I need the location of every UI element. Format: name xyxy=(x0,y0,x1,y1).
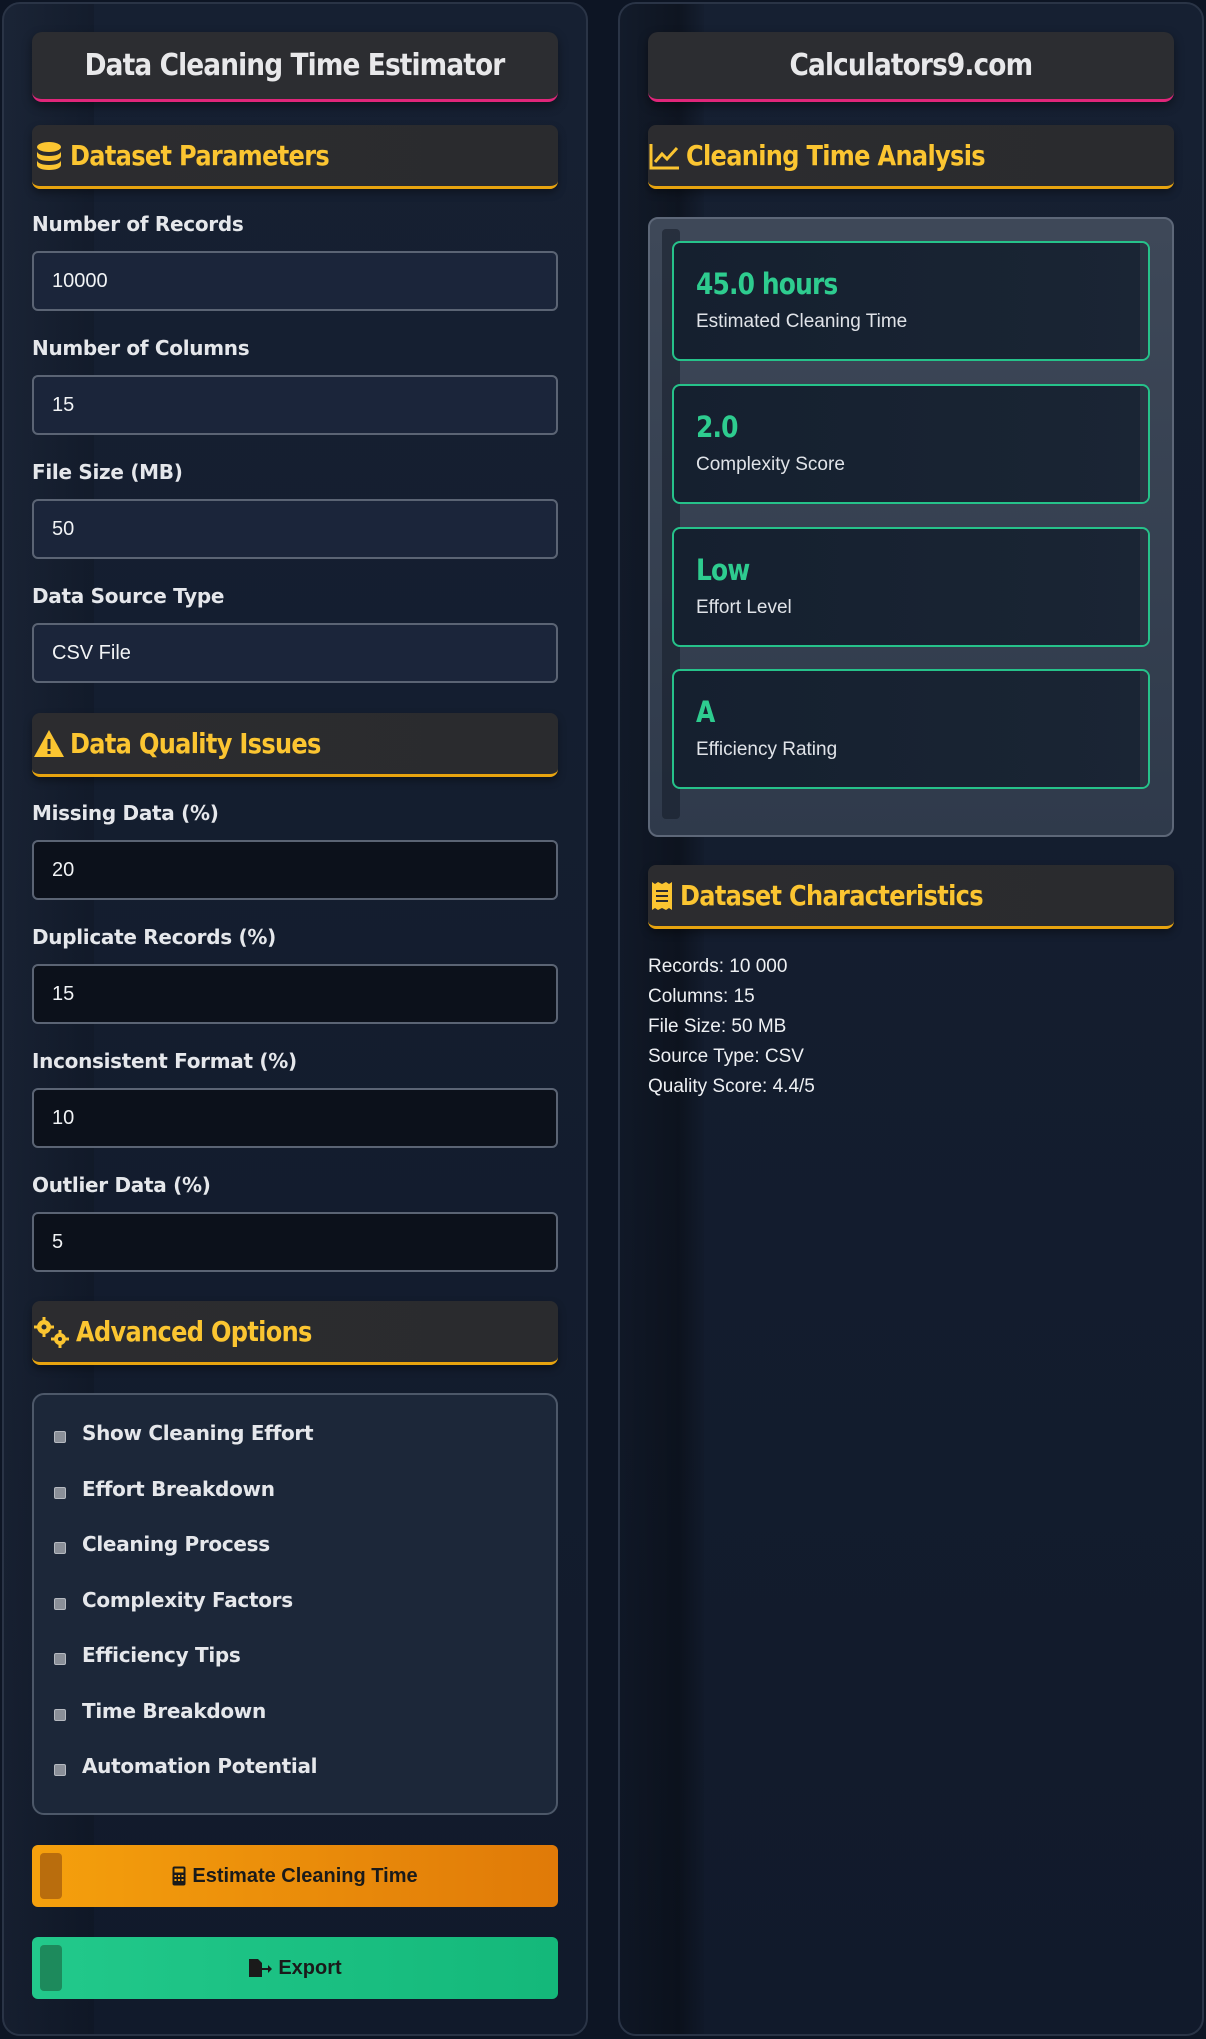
export-button[interactable]: Export xyxy=(32,1937,558,1999)
checkbox[interactable] xyxy=(54,1653,66,1665)
estimate-button-label: Estimate Cleaning Time xyxy=(192,1864,418,1887)
receipt-icon xyxy=(648,879,676,913)
export-button-label: Export xyxy=(278,1956,342,1979)
columns-input[interactable]: 15 xyxy=(32,375,558,435)
button-tab xyxy=(40,1945,62,1991)
columns-label: Number of Columns xyxy=(32,336,250,360)
option-automation-potential[interactable]: Automation Potential xyxy=(54,1754,318,1778)
file-size-input[interactable]: 50 xyxy=(32,499,558,559)
result-caption: Efficiency Rating xyxy=(696,739,838,760)
advanced-options-header: Advanced Options xyxy=(32,1301,558,1365)
option-time-breakdown[interactable]: Time Breakdown xyxy=(54,1699,266,1723)
data-quality-heading: Data Quality Issues xyxy=(70,727,321,760)
line-chart-icon xyxy=(648,139,682,173)
duplicate-records-input[interactable]: 15 xyxy=(32,964,558,1024)
result-value: 45.0 hours xyxy=(696,267,838,301)
results-summary: 45.0 hours Estimated Cleaning Time 2.0 C… xyxy=(648,217,1174,837)
checkbox[interactable] xyxy=(54,1487,66,1499)
result-caption: Complexity Score xyxy=(696,454,845,475)
option-label: Show Cleaning Effort xyxy=(82,1421,314,1445)
option-show-cleaning-effort[interactable]: Show Cleaning Effort xyxy=(54,1421,314,1445)
option-label: Automation Potential xyxy=(82,1754,318,1778)
site-title: Calculators9.com xyxy=(789,48,1034,83)
calculator-title: Data Cleaning Time Estimator xyxy=(85,48,506,83)
duplicate-records-label: Duplicate Records (%) xyxy=(32,925,276,949)
result-value: 2.0 xyxy=(696,410,738,444)
advanced-options-list: Show Cleaning Effort Effort Breakdown Cl… xyxy=(32,1393,558,1815)
source-type-select[interactable]: CSV File xyxy=(32,623,558,683)
result-card-complexity: 2.0 Complexity Score xyxy=(672,384,1150,504)
characteristic-quality-score: Quality Score: 4.4/5 xyxy=(648,1076,815,1097)
dataset-parameters-header: Dataset Parameters xyxy=(32,125,558,189)
characteristic-source-type: Source Type: CSV xyxy=(648,1046,804,1067)
inconsistent-format-label: Inconsistent Format (%) xyxy=(32,1049,297,1073)
records-label: Number of Records xyxy=(32,212,244,236)
button-tab xyxy=(40,1853,62,1899)
characteristics-heading: Dataset Characteristics xyxy=(680,879,984,912)
checkbox[interactable] xyxy=(54,1709,66,1721)
estimate-button[interactable]: Estimate Cleaning Time xyxy=(32,1845,558,1907)
site-title-bar: Calculators9.com xyxy=(648,32,1174,102)
result-card-time: 45.0 hours Estimated Cleaning Time xyxy=(672,241,1150,361)
characteristic-columns: Columns: 15 xyxy=(648,986,755,1007)
option-label: Complexity Factors xyxy=(82,1588,293,1612)
inconsistent-format-input[interactable]: 10 xyxy=(32,1088,558,1148)
checkbox[interactable] xyxy=(54,1764,66,1776)
gears-icon xyxy=(32,1315,72,1349)
checkbox[interactable] xyxy=(54,1431,66,1443)
characteristic-file-size: File Size: 50 MB xyxy=(648,1016,787,1037)
results-panel: Calculators9.com Cleaning Time Analysis … xyxy=(618,2,1204,2036)
missing-data-input[interactable]: 20 xyxy=(32,840,558,900)
advanced-options-heading: Advanced Options xyxy=(76,1315,312,1348)
analysis-header: Cleaning Time Analysis xyxy=(648,125,1174,189)
analysis-heading: Cleaning Time Analysis xyxy=(686,139,986,172)
outlier-data-label: Outlier Data (%) xyxy=(32,1173,211,1197)
file-size-label: File Size (MB) xyxy=(32,460,183,484)
calculator-icon xyxy=(172,1866,186,1886)
dataset-parameters-heading: Dataset Parameters xyxy=(70,139,330,172)
option-label: Efficiency Tips xyxy=(82,1643,241,1667)
result-value: A xyxy=(696,695,715,729)
warning-icon xyxy=(32,727,66,761)
source-type-label: Data Source Type xyxy=(32,584,225,608)
option-effort-breakdown[interactable]: Effort Breakdown xyxy=(54,1477,275,1501)
option-cleaning-process[interactable]: Cleaning Process xyxy=(54,1532,270,1556)
export-file-icon xyxy=(248,1958,273,1978)
checkbox[interactable] xyxy=(54,1598,66,1610)
option-label: Effort Breakdown xyxy=(82,1477,275,1501)
option-label: Cleaning Process xyxy=(82,1532,270,1556)
database-icon xyxy=(32,139,66,173)
result-card-efficiency: A Efficiency Rating xyxy=(672,669,1150,789)
missing-data-label: Missing Data (%) xyxy=(32,801,219,825)
result-value: Low xyxy=(696,553,750,587)
result-caption: Estimated Cleaning Time xyxy=(696,311,908,332)
option-label: Time Breakdown xyxy=(82,1699,266,1723)
calculator-title-bar: Data Cleaning Time Estimator xyxy=(32,32,558,102)
characteristics-header: Dataset Characteristics xyxy=(648,865,1174,929)
result-card-effort: Low Effort Level xyxy=(672,527,1150,647)
input-panel: Data Cleaning Time Estimator Dataset Par… xyxy=(2,2,588,2036)
option-complexity-factors[interactable]: Complexity Factors xyxy=(54,1588,293,1612)
data-quality-header: Data Quality Issues xyxy=(32,713,558,777)
checkbox[interactable] xyxy=(54,1542,66,1554)
characteristic-records: Records: 10 000 xyxy=(648,956,788,977)
characteristics-list: Records: 10 000 Columns: 15 File Size: 5… xyxy=(648,954,815,1104)
result-caption: Effort Level xyxy=(696,597,792,618)
records-input[interactable]: 10000 xyxy=(32,251,558,311)
option-efficiency-tips[interactable]: Efficiency Tips xyxy=(54,1643,241,1667)
outlier-data-input[interactable]: 5 xyxy=(32,1212,558,1272)
